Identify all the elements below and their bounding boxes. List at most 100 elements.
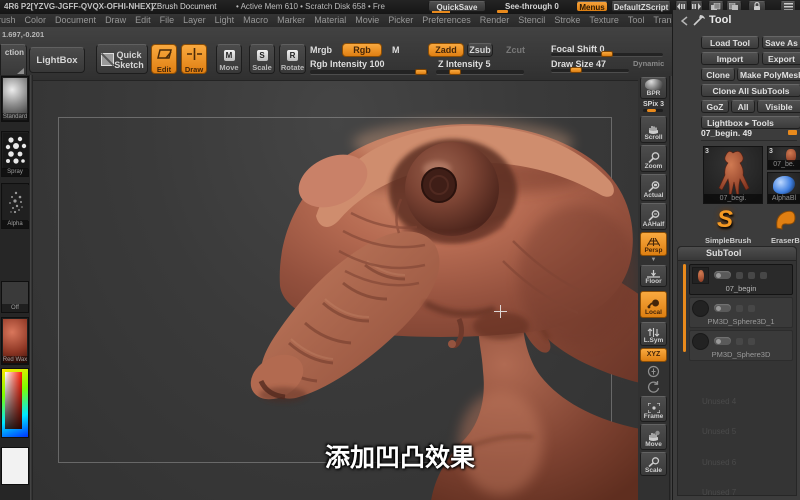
menu-draw[interactable]: Draw (105, 14, 126, 27)
local-button[interactable]: Local (640, 291, 667, 318)
document-canvas[interactable] (33, 80, 640, 500)
focal-shift-handle[interactable] (601, 51, 613, 57)
save-as-button[interactable]: Save As (762, 36, 800, 49)
subtool-item[interactable]: PM3D_Sphere3D (689, 330, 793, 361)
rgb-intensity-handle[interactable] (415, 69, 427, 75)
subtool-option-icon[interactable] (736, 305, 743, 312)
subtool-option-icon[interactable] (736, 272, 743, 279)
menu-tool[interactable]: Tool (628, 14, 645, 27)
see-through-slider[interactable]: See-through 0 (505, 0, 559, 14)
stroke-selector[interactable]: Spray (1, 131, 29, 177)
goz-all-button[interactable]: All (731, 100, 755, 113)
lightbox-button[interactable]: LightBox (29, 47, 85, 73)
menu-render[interactable]: Render (480, 14, 510, 27)
spix-track[interactable] (642, 109, 663, 112)
m-button[interactable]: M (392, 45, 400, 55)
current-tool-slider[interactable]: 07_begin. 49 (701, 128, 797, 141)
subtool-option-icon[interactable] (748, 272, 755, 279)
goz-visible-button[interactable]: Visible (757, 100, 800, 113)
subtool-option-icon[interactable] (760, 272, 767, 279)
make-polymesh-button[interactable]: Make PolyMesh3D (737, 68, 800, 81)
goz-button[interactable]: GoZ (701, 100, 729, 113)
visibility-toggle[interactable] (714, 337, 731, 345)
menu-layer[interactable]: Layer (183, 14, 206, 27)
quick-sketch-button[interactable]: Quick Sketch (96, 44, 148, 74)
aahalf-button[interactable]: AAHalf (640, 203, 667, 230)
draw-size-handle[interactable] (570, 67, 582, 73)
chevron-left-icon[interactable] (681, 16, 688, 26)
saturation-square[interactable] (5, 372, 22, 429)
actual-button[interactable]: Actual (640, 174, 667, 201)
subtool-option-icon[interactable] (736, 338, 743, 345)
menu-movie[interactable]: Movie (355, 14, 379, 27)
simple-brush-icon[interactable]: S (717, 206, 733, 234)
menu-transform[interactable]: Transform (653, 14, 672, 27)
clone-button[interactable]: Clone (701, 68, 735, 81)
frame-button[interactable]: Frame (640, 396, 667, 422)
subtool-scrollbar[interactable] (683, 264, 686, 352)
spix-handle[interactable] (646, 109, 656, 112)
zcut-button[interactable]: Zcut (506, 45, 525, 55)
draw-button[interactable]: Draw (181, 44, 207, 74)
color-picker[interactable] (1, 368, 29, 438)
subtool-header[interactable]: SubTool (678, 247, 796, 261)
z-intensity-slider[interactable]: Z Intensity 5 (438, 59, 491, 69)
move-button[interactable]: M Move (216, 44, 242, 74)
scroll-button[interactable]: Scroll (640, 116, 667, 143)
subtool-option-icon[interactable] (748, 338, 755, 345)
menu-picker[interactable]: Picker (388, 14, 413, 27)
scale-view-button[interactable]: Scale (640, 452, 667, 476)
menu-stencil[interactable]: Stencil (518, 14, 545, 27)
rgb-button[interactable]: Rgb (342, 43, 382, 57)
dynamic-toggle[interactable]: Dynamic (633, 59, 664, 68)
xyz-button[interactable]: XYZ (640, 348, 667, 362)
brush-selector[interactable]: Standard (1, 76, 29, 122)
spin-y-icon[interactable] (647, 365, 660, 378)
alpha-selector[interactable]: Alpha (1, 183, 29, 229)
menu-texture[interactable]: Texture (589, 14, 619, 27)
persp-button[interactable]: Persp (640, 232, 667, 256)
subtool-item[interactable]: 07_begin (689, 264, 793, 295)
rgb-intensity-track[interactable] (310, 69, 428, 75)
menu-preferences[interactable]: Preferences (422, 14, 471, 27)
menu-brush[interactable]: Brush (0, 14, 16, 27)
import-button[interactable]: Import (701, 52, 759, 65)
secondary-color-swatch[interactable] (1, 447, 29, 485)
menu-edit[interactable]: Edit (135, 14, 151, 27)
menus-button[interactable]: Menus (576, 1, 608, 12)
export-button[interactable]: Export (762, 52, 800, 65)
tool-flyout-partial[interactable]: ction (0, 44, 27, 78)
mrgb-button[interactable]: Mrgb (310, 45, 332, 55)
zsub-button[interactable]: Zsub (467, 43, 493, 57)
material-selector[interactable]: Red Wax (1, 317, 29, 365)
rotate-button[interactable]: R Rotate (279, 44, 306, 74)
clone-all-subtools-button[interactable]: Clone All SubTools (701, 84, 800, 97)
menu-marker[interactable]: Marker (277, 14, 305, 27)
subtool-item[interactable]: PM3D_Sphere3D_1 (689, 297, 793, 328)
load-tool-button[interactable]: Load Tool (701, 36, 759, 49)
menu-document[interactable]: Document (55, 14, 96, 27)
active-tool-thumbnail[interactable]: 3 07_begi. (703, 146, 763, 204)
menu-material[interactable]: Material (314, 14, 346, 27)
edit-button[interactable]: Edit (151, 44, 177, 74)
zoom-button[interactable]: Zoom (640, 145, 667, 172)
bpr-button[interactable]: BPR (640, 77, 667, 99)
rgb-intensity-slider[interactable]: Rgb Intensity 100 (310, 59, 385, 69)
visibility-toggle[interactable] (714, 271, 731, 279)
recent-tool-thumbnail[interactable]: 3 07_be. (767, 146, 800, 170)
menu-file[interactable]: File (160, 14, 175, 27)
visibility-toggle[interactable] (714, 304, 731, 312)
chevron-down-icon[interactable]: ▼ (651, 257, 657, 263)
floor-button[interactable]: Floor (640, 265, 667, 287)
alpha-brush-thumbnail[interactable]: AlphaBl (767, 172, 800, 204)
z-intensity-handle[interactable] (449, 69, 461, 75)
move-view-button[interactable]: Move (640, 424, 667, 450)
subtool-option-icon[interactable] (748, 305, 755, 312)
lsym-button[interactable]: L.Sym (640, 322, 667, 346)
scale-button[interactable]: S Scale (249, 44, 275, 74)
current-tool-handle[interactable] (788, 130, 797, 135)
menu-light[interactable]: Light (215, 14, 235, 27)
texture-selector[interactable]: Off (1, 281, 29, 313)
menu-stroke[interactable]: Stroke (554, 14, 580, 27)
menu-color[interactable]: Color (25, 14, 47, 27)
